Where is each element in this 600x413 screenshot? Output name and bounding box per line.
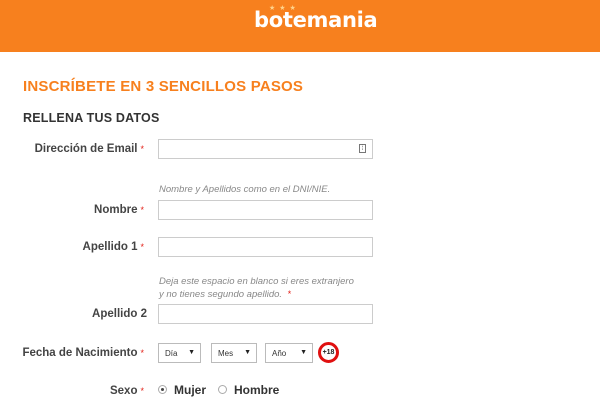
required-marker: *	[287, 289, 292, 299]
year-select-value: Año	[272, 349, 287, 358]
day-select[interactable]: Día ▼	[158, 343, 201, 363]
apellido2-label: Apellido 2	[92, 308, 147, 320]
radio-hombre-label[interactable]: Hombre	[234, 383, 279, 397]
name-hint: Nombre y Apellidos como en el DNI/NIE.	[159, 184, 331, 195]
required-marker: *	[140, 386, 144, 396]
apellido2-hint-line1: Deja este espacio en blanco si eres extr…	[159, 276, 354, 287]
age-18-icon: +18	[318, 342, 339, 363]
botemania-logo[interactable]: botemania	[254, 8, 378, 32]
required-marker: *	[140, 205, 144, 215]
email-field[interactable]: ⁞	[158, 139, 373, 159]
dropdown-arrow-icon: ▼	[188, 349, 195, 356]
page-title: INSCRÍBETE EN 3 SENCILLOS PASOS	[23, 78, 304, 95]
apellido2-field[interactable]	[158, 304, 373, 324]
email-label: Dirección de Email *	[34, 143, 144, 155]
month-select[interactable]: Mes ▼	[211, 343, 257, 363]
day-select-value: Día	[165, 349, 178, 358]
apellido1-label: Apellido 1 *	[82, 241, 144, 253]
required-marker: *	[140, 242, 144, 252]
apellido1-field[interactable]	[158, 237, 373, 257]
input-helper-icon[interactable]: ⁞	[359, 144, 366, 153]
radio-mujer[interactable]	[158, 385, 167, 394]
sexo-label: Sexo *	[109, 385, 144, 397]
year-select[interactable]: Año ▼	[265, 343, 313, 363]
birthdate-label: Fecha de Nacimiento *	[22, 347, 144, 359]
apellido2-hint-line2: y no tienes segundo apellido. *	[159, 289, 292, 300]
header-bar: ★ ★ ★ botemania	[0, 0, 600, 52]
required-marker: *	[140, 348, 144, 358]
month-select-value: Mes	[218, 349, 234, 358]
dropdown-arrow-icon: ▼	[244, 349, 251, 356]
dropdown-arrow-icon: ▼	[300, 349, 307, 356]
required-marker: *	[140, 144, 144, 154]
nombre-field[interactable]	[158, 200, 373, 220]
radio-hombre[interactable]	[218, 385, 227, 394]
section-title: RELLENA TUS DATOS	[23, 111, 160, 125]
nombre-label: Nombre *	[94, 204, 144, 216]
radio-mujer-label[interactable]: Mujer	[174, 383, 206, 397]
